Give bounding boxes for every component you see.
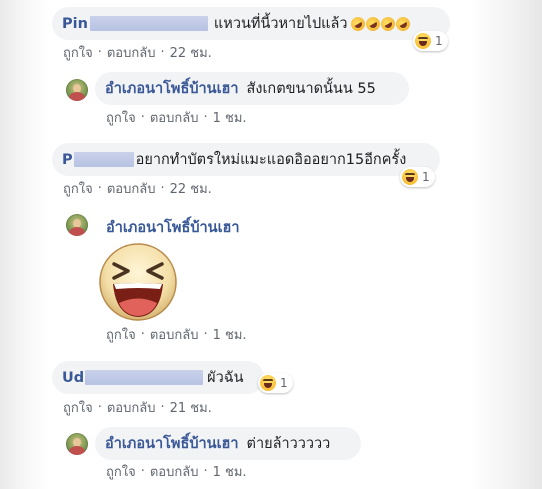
reply-text: สังเกตขนาดนั้นน 55 bbox=[246, 81, 376, 97]
laughing-reaction-icon bbox=[415, 33, 431, 49]
left-edge-shadow bbox=[0, 0, 48, 489]
reply-link[interactable]: ตอบกลับ bbox=[107, 42, 156, 63]
reply-actions: ถูกใจ · ตอบกลับ · 1 ชม. bbox=[106, 107, 247, 128]
comment-author[interactable]: Pin bbox=[62, 16, 88, 32]
comment-bubble: Pin แหวนที่นี้วหายไปแล้ว bbox=[52, 7, 450, 40]
reply-link[interactable]: ตอบกลับ bbox=[107, 178, 156, 199]
like-link[interactable]: ถูกใจ bbox=[63, 42, 93, 63]
separator-dot: · bbox=[140, 327, 145, 342]
separator-dot: · bbox=[140, 110, 145, 125]
like-link[interactable]: ถูกใจ bbox=[106, 324, 136, 345]
laughing-reaction-icon bbox=[260, 375, 276, 391]
timestamp[interactable]: 22 ชม. bbox=[170, 42, 212, 63]
comment-bubble: P อยากทำบัตรใหม่แมะแอดอิออยาก15อีกครั้ง bbox=[52, 143, 440, 176]
comment-actions: ถูกใจ · ตอบกลับ · 22 ชม. bbox=[63, 42, 212, 63]
like-link[interactable]: ถูกใจ bbox=[63, 397, 93, 418]
timestamp[interactable]: 21 ชม. bbox=[170, 397, 212, 418]
reply-actions: ถูกใจ · ตอบกลับ · 1 ชม. bbox=[106, 324, 247, 345]
comment-author[interactable]: Ud bbox=[62, 370, 84, 386]
laughing-face-sticker bbox=[99, 243, 177, 321]
rolling-laughing-emoji-icon bbox=[363, 13, 383, 34]
timestamp[interactable]: 1 ชม. bbox=[213, 107, 247, 128]
laughing-reaction-icon bbox=[402, 169, 418, 185]
separator-dot: · bbox=[160, 45, 165, 60]
timestamp[interactable]: 1 ชม. bbox=[213, 461, 247, 482]
comment-actions: ถูกใจ · ตอบกลับ · 21 ชม. bbox=[63, 397, 212, 418]
rolling-laughing-emoji-icon bbox=[348, 13, 368, 34]
separator-dot: · bbox=[140, 464, 145, 479]
right-edge-shadow bbox=[470, 0, 542, 489]
page-avatar[interactable] bbox=[66, 79, 88, 101]
like-link[interactable]: ถูกใจ bbox=[106, 461, 136, 482]
comment-text: แหวนที่นี้วหายไปแล้ว bbox=[213, 16, 348, 32]
reaction-badge[interactable]: 1 bbox=[258, 373, 293, 393]
rolling-laughing-emoji-icon bbox=[378, 13, 398, 34]
comment-author[interactable]: P bbox=[62, 152, 73, 168]
page-avatar[interactable] bbox=[66, 433, 88, 455]
separator-dot: · bbox=[97, 400, 102, 415]
reply-link[interactable]: ตอบกลับ bbox=[150, 461, 199, 482]
reply-author[interactable]: อำเภอนาโพธิ์บ้านเฮา bbox=[105, 432, 239, 455]
reply-text: ต่ายล้าววววว bbox=[246, 436, 331, 452]
separator-dot: · bbox=[160, 181, 165, 196]
reply-author[interactable]: อำเภอนาโพธิ์บ้านเฮา bbox=[106, 216, 240, 239]
like-link[interactable]: ถูกใจ bbox=[106, 107, 136, 128]
reply-link[interactable]: ตอบกลับ bbox=[150, 324, 199, 345]
reaction-badge[interactable]: 1 bbox=[400, 167, 435, 187]
reply-bubble: อำเภอนาโพธิ์บ้านเฮา ต่ายล้าววววว bbox=[95, 427, 361, 460]
reaction-count: 1 bbox=[422, 170, 430, 184]
reply-author[interactable]: อำเภอนาโพธิ์บ้านเฮา bbox=[105, 77, 239, 100]
comment-text: อยากทำบัตรใหม่แมะแอดอิออยาก15อีกครั้ง bbox=[135, 152, 407, 168]
reply-actions: ถูกใจ · ตอบกลับ · 1 ชม. bbox=[106, 461, 247, 482]
comment-bubble: Ud ผัวฉัน bbox=[52, 361, 264, 394]
timestamp[interactable]: 1 ชม. bbox=[213, 324, 247, 345]
redacted-name bbox=[85, 370, 204, 385]
separator-dot: · bbox=[97, 181, 102, 196]
separator-dot: · bbox=[203, 110, 208, 125]
reaction-count: 1 bbox=[280, 376, 288, 390]
separator-dot: · bbox=[97, 45, 102, 60]
separator-dot: · bbox=[160, 400, 165, 415]
separator-dot: · bbox=[203, 327, 208, 342]
separator-dot: · bbox=[203, 464, 208, 479]
like-link[interactable]: ถูกใจ bbox=[63, 178, 93, 199]
redacted-name bbox=[89, 16, 208, 31]
timestamp[interactable]: 22 ชม. bbox=[170, 178, 212, 199]
reply-link[interactable]: ตอบกลับ bbox=[150, 107, 199, 128]
reaction-badge[interactable]: 1 bbox=[413, 31, 448, 51]
page-avatar[interactable] bbox=[66, 214, 88, 236]
comment-actions: ถูกใจ · ตอบกลับ · 22 ชม. bbox=[63, 178, 212, 199]
redacted-name bbox=[73, 152, 134, 167]
comment-text: ผัวฉัน bbox=[207, 370, 244, 386]
reaction-count: 1 bbox=[435, 34, 443, 48]
reply-bubble: อำเภอนาโพธิ์บ้านเฮา สังเกตขนาดนั้นน 55 bbox=[95, 72, 409, 105]
rolling-laughing-emoji-icon bbox=[393, 13, 413, 34]
reply-link[interactable]: ตอบกลับ bbox=[107, 397, 156, 418]
